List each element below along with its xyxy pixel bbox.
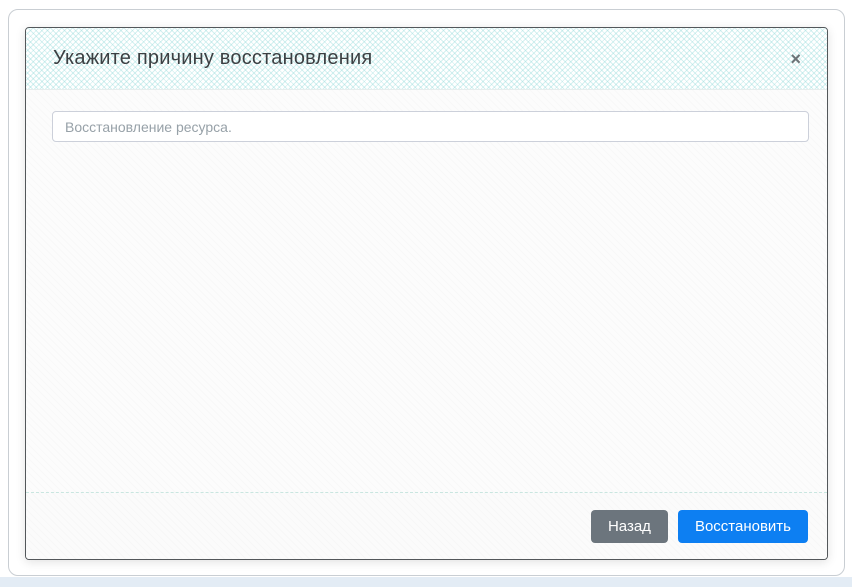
screenshot-frame: Укажите причину восстановления × Назад В… [8, 9, 845, 576]
modal-body [26, 90, 827, 492]
close-icon[interactable]: × [786, 48, 805, 70]
modal-header: Укажите причину восстановления × [26, 28, 827, 90]
restore-button[interactable]: Восстановить [678, 510, 808, 543]
restore-reason-modal: Укажите причину восстановления × Назад В… [25, 27, 828, 560]
back-button[interactable]: Назад [591, 510, 668, 543]
modal-title: Укажите причину восстановления [53, 47, 372, 70]
restore-reason-input[interactable] [52, 111, 809, 142]
modal-footer: Назад Восстановить [26, 492, 827, 559]
page-bottom-strip [0, 577, 852, 587]
